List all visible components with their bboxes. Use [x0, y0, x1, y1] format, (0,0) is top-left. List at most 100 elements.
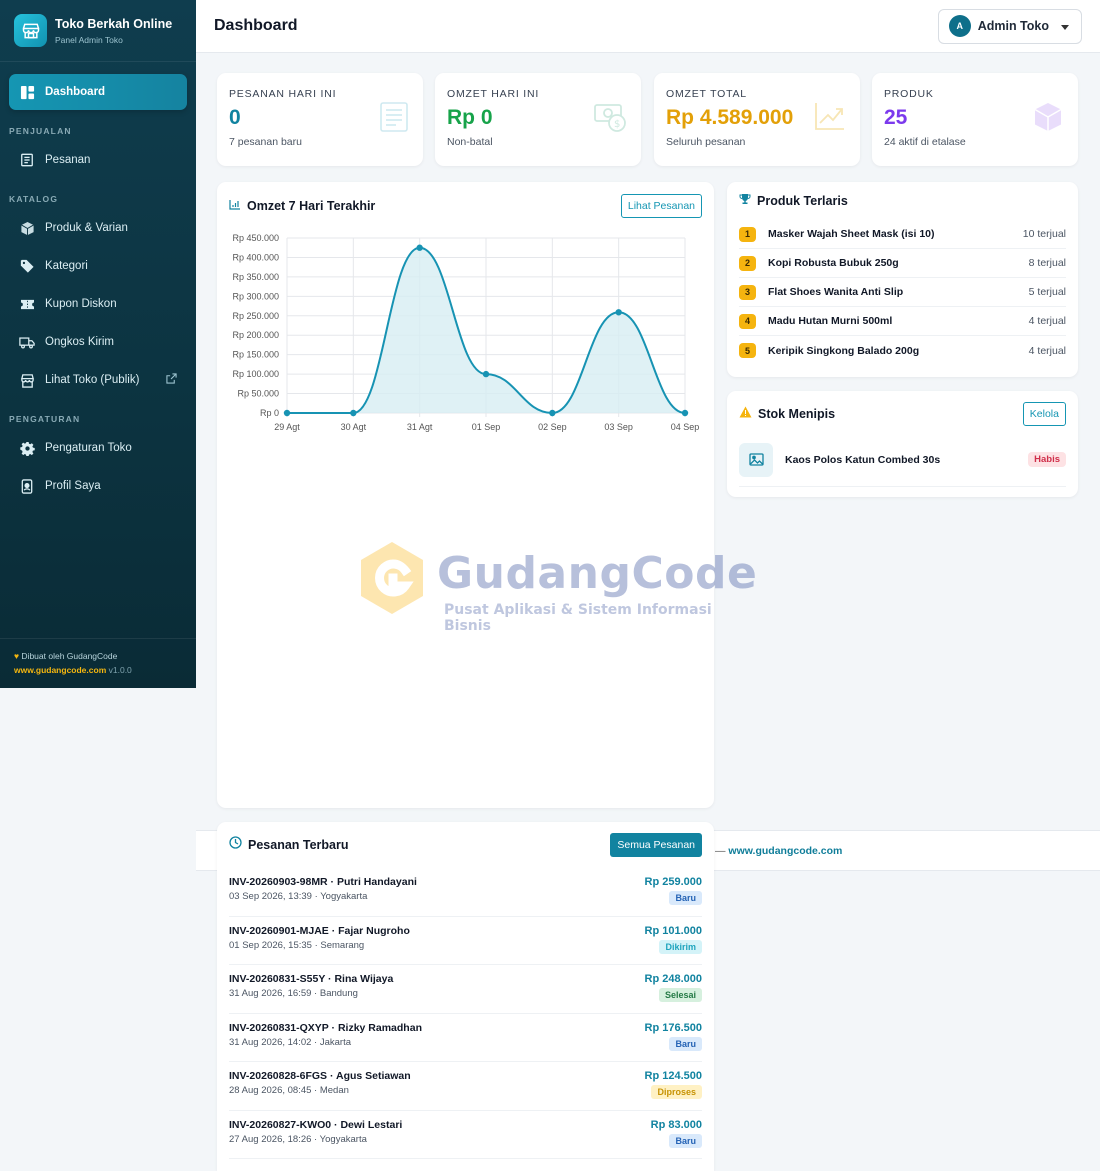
- y-tick-label: Rp 200.000: [232, 330, 279, 340]
- low-stock-title: Stok Menipis: [758, 407, 836, 421]
- table-row[interactable]: INV-20260828-6FGS · Agus Setiawan 28 Aug …: [229, 1062, 702, 1111]
- y-tick-label: Rp 400.000: [232, 252, 279, 262]
- shop-icon: [19, 372, 35, 388]
- y-tick-label: Rp 300.000: [232, 291, 279, 301]
- watermark-name: GudangCode: [437, 548, 758, 599]
- stat-label: PRODUK: [884, 88, 934, 100]
- y-tick-label: Rp 150.000: [232, 350, 279, 360]
- sidebar-item-coupons[interactable]: Kupon Diskon: [9, 286, 187, 322]
- caret-down-icon: [1061, 17, 1069, 35]
- stat-label: OMZET TOTAL: [666, 88, 747, 100]
- status-badge: Baru: [669, 891, 702, 905]
- rank-badge: 3: [739, 284, 756, 300]
- status-badge: Baru: [669, 1133, 702, 1148]
- chart-title: Omzet 7 Hari Terakhir: [247, 199, 376, 213]
- warning-icon: [739, 405, 752, 423]
- order-title: INV-20260903-98MR · Putri Handayani: [229, 876, 417, 888]
- status-badge: Dikirim: [659, 939, 702, 954]
- sidebar-item-dashboard[interactable]: Dashboard: [9, 74, 187, 110]
- view-orders-button[interactable]: Lihat Pesanan: [620, 194, 702, 218]
- product-name: Flat Shoes Wanita Anti Slip: [768, 286, 904, 298]
- box-icon: [1032, 101, 1064, 138]
- recent-orders-title: Pesanan Terbaru: [248, 838, 349, 852]
- order-amount: Rp 124.500: [644, 1070, 702, 1082]
- watermark-tagline: Pusat Aplikasi & Sistem Informasi Bisnis: [444, 602, 712, 634]
- sidebar-item-label: Kategori: [45, 260, 88, 272]
- order-meta: 03 Sep 2026, 13:39 · Yogyakarta: [229, 891, 368, 902]
- version-text: v1.0.0: [108, 665, 132, 675]
- sidebar-item-orders[interactable]: Pesanan: [9, 142, 187, 178]
- ticket-icon: [19, 296, 35, 312]
- cash-icon: $: [593, 101, 627, 138]
- x-tick-label: 04 Sep: [671, 422, 700, 432]
- list-item[interactable]: 3 Flat Shoes Wanita Anti Slip 5 terjual: [739, 278, 1066, 307]
- sidebar-item-label: Profil Saya: [45, 480, 101, 492]
- sidebar-item-label: Pesanan: [45, 154, 91, 166]
- revenue-chart: Rp 0 Rp 50.000 Rp 100.000 Rp 150.000 Rp 200.…: [232, 233, 700, 432]
- manage-button[interactable]: Kelola: [1022, 402, 1066, 426]
- sidebar-item-store-settings[interactable]: Pengaturan Toko: [9, 430, 187, 466]
- data-point: [416, 244, 423, 251]
- stat-sub: Seluruh pesanan: [666, 136, 746, 148]
- data-point: [681, 409, 689, 417]
- table-row[interactable]: INV-20260831-S55Y · Rina Wijaya 31 Aug 20…: [229, 965, 702, 1014]
- id-badge-icon: [19, 478, 35, 494]
- user-menu-button[interactable]: A Admin Toko: [937, 8, 1082, 44]
- sidebar-item-products[interactable]: Produk & Varian: [9, 210, 187, 246]
- sidebar-item-label: Lihat Toko (Publik): [45, 374, 140, 386]
- orders-list: INV-20260903-98MR · Putri Handayani 03 Se…: [217, 868, 714, 1159]
- table-row[interactable]: INV-20260831-QXYP · Rizky Ramadhan 31 Aug…: [229, 1014, 702, 1062]
- topbar: Dashboard A Admin Toko: [196, 0, 1100, 53]
- nav-section-sales: PENJUALAN: [9, 126, 72, 136]
- status-badge: Diproses: [651, 1085, 702, 1099]
- sidebar-item-shipping[interactable]: Ongkos Kirim: [9, 324, 187, 360]
- sidebar-item-profile[interactable]: Profil Saya: [9, 468, 187, 504]
- order-amount: Rp 248.000: [644, 973, 702, 985]
- sidebar-item-label: Dashboard: [45, 86, 106, 98]
- sidebar-item-view-store[interactable]: Lihat Toko (Publik): [9, 362, 187, 398]
- external-link-icon: [166, 373, 177, 387]
- list-item[interactable]: 4 Madu Hutan Murni 500ml 4 terjual: [739, 307, 1066, 336]
- sidebar-footer-link[interactable]: www.gudangcode.com: [14, 665, 106, 675]
- list-item[interactable]: 1 Masker Wajah Sheet Mask (isi 10) 10 terj…: [739, 220, 1066, 249]
- x-tick-label: 30 Agt: [341, 422, 367, 432]
- all-orders-button[interactable]: Semua Pesanan: [610, 833, 702, 857]
- product-name: Kaos Polos Katun Combed 30s: [785, 453, 941, 466]
- page-title: Dashboard: [214, 17, 298, 34]
- product-name: Madu Hutan Murni 500ml: [768, 315, 893, 327]
- y-tick-label: Rp 0: [260, 408, 279, 418]
- status-badge: Baru: [669, 1036, 702, 1051]
- nav-section-settings: PENGATURAN: [9, 414, 81, 424]
- stat-label: OMZET HARI INI: [447, 88, 540, 100]
- order-title: INV-20260828-6FGS · Agus Setiawan: [229, 1070, 411, 1082]
- best-sellers-card: Produk Terlaris 1 Masker Wajah Sheet Mask…: [727, 182, 1078, 377]
- user-name: Admin Toko: [977, 19, 1049, 33]
- brand-subtitle: Panel Admin Toko: [55, 34, 123, 45]
- list-item[interactable]: 2 Kopi Robusta Bubuk 250g 8 terjual: [739, 249, 1066, 278]
- trend-up-icon: [814, 101, 846, 136]
- list-item[interactable]: Kaos Polos Katun Combed 30s Habis: [739, 441, 1066, 487]
- box-icon: [19, 220, 35, 236]
- order-meta: 31 Aug 2026, 16:59 · Bandung: [229, 988, 358, 999]
- order-amount: Rp 259.000: [644, 876, 702, 888]
- sidebar-item-categories[interactable]: Kategori: [9, 248, 187, 284]
- x-tick-label: 31 Agt: [407, 422, 433, 432]
- footer-link[interactable]: www.gudangcode.com: [728, 845, 842, 857]
- table-row[interactable]: INV-20260827-KWO0 · Dewi Lestari 27 Aug 2…: [229, 1111, 702, 1159]
- list-item[interactable]: 5 Keripik Singkong Balado 200g 4 terjual: [739, 336, 1066, 365]
- sold-count: 10 terjual: [1022, 228, 1066, 240]
- sidebar-item-label: Ongkos Kirim: [45, 336, 115, 348]
- receipt-icon: [379, 101, 409, 138]
- order-title: INV-20260831-QXYP · Rizky Ramadhan: [229, 1021, 422, 1034]
- truck-icon: [19, 334, 35, 350]
- product-name: Keripik Singkong Balado 200g: [768, 344, 920, 357]
- table-row[interactable]: INV-20260901-MJAE · Fajar Nugroho 01 Sep …: [229, 917, 702, 965]
- order-meta: 01 Sep 2026, 15:35 · Semarang: [229, 939, 365, 951]
- order-meta: 28 Aug 2026, 08:45 · Medan: [229, 1085, 349, 1096]
- order-amount: Rp 83.000: [650, 1118, 702, 1131]
- brand[interactable]: Toko Berkah Online Panel Admin Toko: [0, 0, 196, 62]
- trophy-icon: [739, 192, 751, 210]
- store-icon: [14, 14, 47, 47]
- order-meta: 31 Aug 2026, 14:02 · Jakarta: [229, 1036, 352, 1048]
- table-row[interactable]: INV-20260903-98MR · Putri Handayani 03 Se…: [229, 868, 702, 917]
